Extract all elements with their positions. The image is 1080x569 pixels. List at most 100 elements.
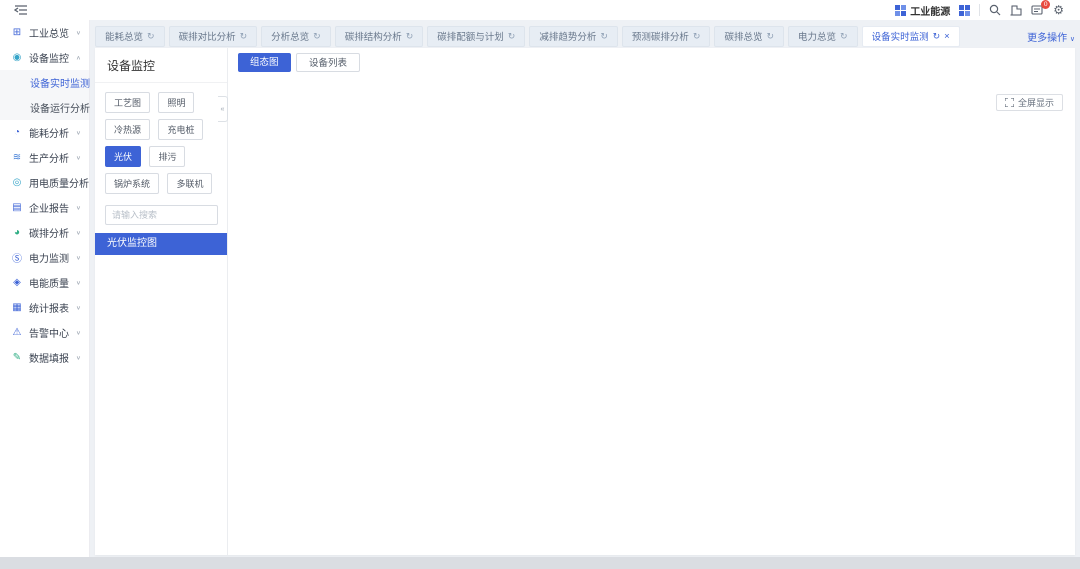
refresh-icon[interactable]: ↻ [508,31,516,42]
device-type-filter-button[interactable]: 光伏 [105,146,141,167]
apps-grid-icon[interactable] [959,5,970,16]
sidebar-item[interactable]: ◕ 碳排分析 ∨ [0,220,89,245]
chevron-icon: ∨ [76,154,81,160]
sidebar-item[interactable]: ◎ 用电质量分析 [0,170,89,195]
refresh-icon[interactable]: ↻ [240,31,248,42]
sidebar-item-label: 告警中心 [29,325,69,340]
device-type-filters: 工艺图 照明 冷热源 充电桩 光伏 排污 锅炉系统 多联机 [95,83,227,197]
chevron-icon: ∧ [76,54,81,60]
sidebar-nav: ⊞ 工业总览 ∨ ◉ 设备监控 ∧ 设备实时监测 设备运行分析 [0,20,90,557]
message-icon[interactable]: 0 [1031,4,1044,16]
sidebar-item-label: 工业总览 [29,25,69,40]
top-header: 工业能源 0 ⚙ [0,0,1080,20]
sidebar-item-icon: ✎ [11,352,23,363]
device-type-filter-button[interactable]: 照明 [158,92,194,113]
refresh-icon[interactable]: ↻ [600,31,608,42]
brand-name: 工业能源 [910,3,950,18]
workspace-tab[interactable]: 能耗总览 ↻ [95,26,165,47]
sidebar-item[interactable]: ⚠ 告警中心 ∨ [0,320,89,345]
sidebar-item[interactable]: ⊞ 工业总览 ∨ [0,20,89,45]
more-actions-dropdown[interactable]: 更多操作 ∨ [1027,29,1075,44]
sidebar-item-icon: ▤ [11,202,23,213]
panel-title: 设备监控 [95,48,227,83]
sidebar-item[interactable]: 设备实时监测 [0,70,89,95]
chevron-icon: ∨ [76,129,81,135]
sidebar-collapse-icon[interactable] [14,3,28,21]
workspace-tab[interactable]: 碳排总览 ↻ [714,26,784,47]
refresh-icon[interactable]: ↻ [147,31,155,42]
device-type-filter-button[interactable]: 充电桩 [158,119,203,140]
workspace-tab[interactable]: 预测碳排分析 ↻ [622,26,711,47]
sidebar-item-label: 数据填报 [29,350,69,365]
device-type-filter-button[interactable]: 排污 [149,146,185,167]
device-type-filter-button[interactable]: 多联机 [167,173,212,194]
sidebar-item[interactable]: ▤ 企业报告 ∨ [0,195,89,220]
device-type-filter-button[interactable]: 工艺图 [105,92,150,113]
sidebar-item[interactable]: ≋ 生产分析 ∨ [0,145,89,170]
sidebar-item-label: 统计报表 [29,300,69,315]
workspace-tab[interactable]: 碳排结构分析 ↻ [335,26,424,47]
chevron-icon: ∨ [76,279,81,285]
topology-view-button[interactable]: 组态图 [238,53,291,72]
sidebar-item-icon: Ⓢ [11,250,23,265]
bottom-scroll-strip[interactable] [0,557,1080,569]
sidebar-item[interactable]: ▦ 统计报表 ∨ [0,295,89,320]
sidebar-item-icon: ◕ [11,227,23,238]
gear-icon[interactable]: ⚙ [1053,3,1064,17]
sidebar-item-icon: ◔ [11,127,23,138]
sidebar-item-label: 企业报告 [29,200,69,215]
chevron-icon: ∨ [76,229,81,235]
chevron-icon: ∨ [76,354,81,360]
device-type-filter-button[interactable]: 冷热源 [105,119,150,140]
sidebar-item-label: 电力监测 [29,250,69,265]
workspace-tab[interactable]: 碳排对比分析 ↻ [169,26,258,47]
workspace-tab[interactable]: 电力总览 ↻ [788,26,858,47]
notification-badge: 0 [1041,0,1050,9]
org-icon[interactable] [1010,4,1022,16]
sidebar-item[interactable]: ✎ 数据填报 ∨ [0,345,89,370]
sidebar-item-label: 设备运行分析 [30,100,90,115]
sidebar-item-label: 用电质量分析 [29,175,89,190]
sidebar-item-icon: ◈ [11,277,23,288]
panel-collapse-handle[interactable]: « [218,96,228,122]
sidebar-item-icon: ⚠ [11,327,23,338]
refresh-icon[interactable]: ↻ [840,31,848,42]
sidebar-item-icon: ◎ [11,177,23,188]
sidebar-item-icon: ▦ [11,302,23,313]
device-type-filter-button[interactable]: 锅炉系统 [105,173,159,194]
workspace-tab[interactable]: 减排趋势分析 ↻ [529,26,618,47]
sidebar-item-label: 设备实时监测 [30,75,90,90]
sidebar-item-label: 生产分析 [29,150,69,165]
search-icon[interactable] [989,4,1001,16]
device-list-view-button[interactable]: 设备列表 [296,53,360,72]
chevron-icon: ∨ [76,304,81,310]
sidebar-item[interactable]: ◉ 设备监控 ∧ [0,45,89,70]
refresh-icon[interactable]: ↻ [406,31,414,42]
brand-grid-icon [895,5,906,16]
chevron-icon: ∨ [76,254,81,260]
content-card: 设备监控 工艺图 照明 冷热源 充电桩 光伏 排污 锅炉系统 多联机 [95,48,1075,555]
workspace-tab[interactable]: 碳排配额与计划 ↻ [427,26,525,47]
brand-logo: 工业能源 [895,3,950,18]
diagram-list-item[interactable]: 光伏监控图 [95,233,227,255]
sidebar-item-label: 电能质量 [29,275,69,290]
chevron-icon: ∨ [76,204,81,210]
refresh-icon[interactable]: ↻ [933,31,941,42]
sidebar-item-icon: ⊞ [11,27,23,38]
fullscreen-button[interactable]: 全屏显示 [996,94,1063,111]
sidebar-item-label: 设备监控 [29,50,69,65]
sidebar-item[interactable]: Ⓢ 电力监测 ∨ [0,245,89,270]
search-input[interactable] [105,205,218,225]
refresh-icon[interactable]: ↻ [693,31,701,42]
chevron-icon: ∨ [76,29,81,35]
sidebar-item-label: 碳排分析 [29,225,69,240]
refresh-icon[interactable]: ↻ [766,31,774,42]
refresh-icon[interactable]: ↻ [313,31,321,42]
sidebar-item[interactable]: 设备运行分析 [0,95,89,120]
close-icon[interactable]: × [944,31,950,42]
workspace-tab-active[interactable]: 设备实时监测 ↻ × [862,26,960,47]
device-monitor-panel: 设备监控 工艺图 照明 冷热源 充电桩 光伏 排污 锅炉系统 多联机 [95,48,228,555]
workspace-tab[interactable]: 分析总览 ↻ [261,26,331,47]
sidebar-item[interactable]: ◔ 能耗分析 ∨ [0,120,89,145]
sidebar-item[interactable]: ◈ 电能质量 ∨ [0,270,89,295]
